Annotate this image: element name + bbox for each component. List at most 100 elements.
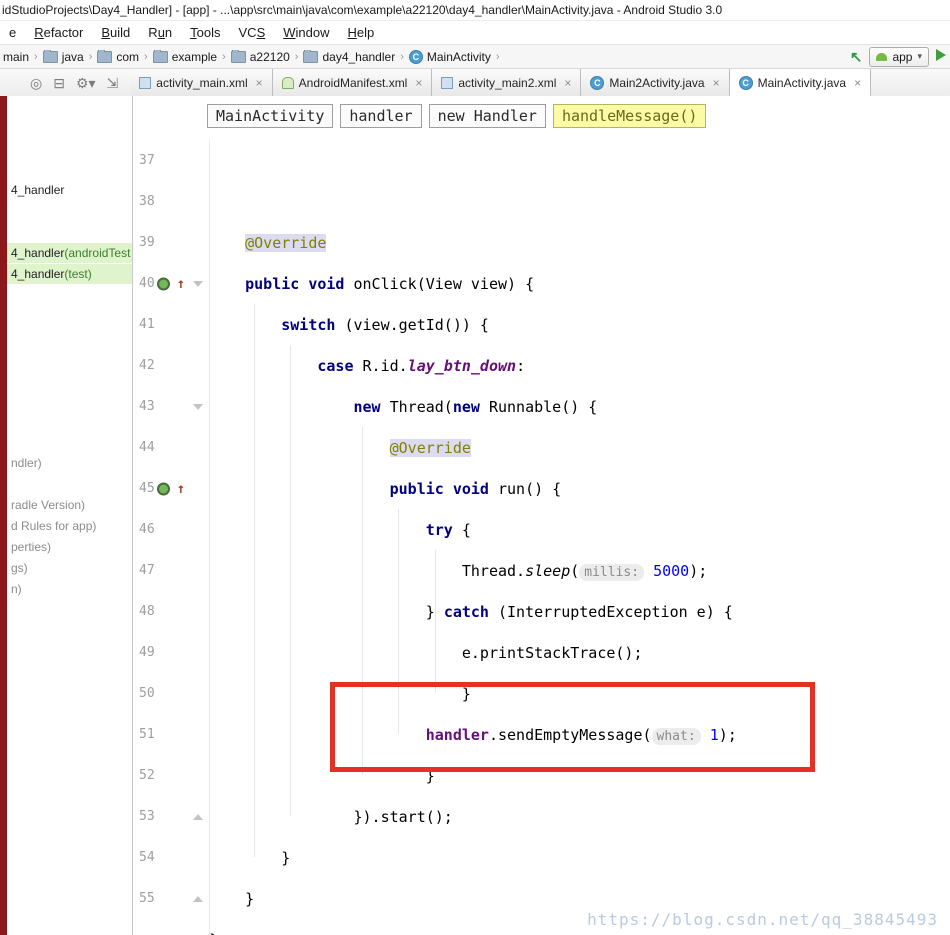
- code-line[interactable]: 48 } catch (InterruptedException e) {: [133, 591, 950, 632]
- watermark: https://blog.csdn.net/qq_38845493: [587, 910, 938, 929]
- run-button[interactable]: [936, 49, 946, 64]
- code-text: switch (view.getId()) {: [209, 316, 950, 334]
- code-token: Runnable() {: [479, 397, 598, 416]
- tab-activity_main.xml[interactable]: activity_main.xml ×: [130, 69, 273, 97]
- project-tree-item[interactable]: perties): [11, 537, 51, 557]
- fold-marker[interactable]: [187, 796, 209, 837]
- code-line[interactable]: 46 try {: [133, 509, 950, 550]
- chevron-right-icon: ›: [400, 50, 404, 63]
- play-icon: [936, 49, 946, 61]
- code-line[interactable]: 54 }: [133, 837, 950, 878]
- code-line[interactable]: 40 ↑ public void onClick(View view) {: [133, 263, 950, 304]
- code-line[interactable]: 38: [133, 181, 950, 222]
- code-token: }: [209, 848, 291, 867]
- code-line[interactable]: 37: [133, 140, 950, 181]
- code-token: millis:: [579, 563, 645, 581]
- fold-marker[interactable]: [187, 878, 209, 919]
- breadcrumb-java[interactable]: java: [42, 49, 85, 64]
- settings-gear-icon[interactable]: ⚙▾: [76, 75, 96, 92]
- close-icon[interactable]: ×: [415, 76, 422, 90]
- code-editor[interactable]: MainActivity handler new Handler handleMess…: [133, 96, 950, 935]
- tab-AndroidManifest.xml[interactable]: AndroidManifest.xml ×: [272, 69, 433, 97]
- line-number: 48: [139, 604, 155, 619]
- code-token: public void: [245, 274, 345, 293]
- code-line[interactable]: 42 case R.id.lay_btn_down:: [133, 345, 950, 386]
- code-token: {: [452, 520, 471, 539]
- project-tree-item[interactable]: 4_handler: [11, 180, 64, 200]
- close-icon[interactable]: ×: [564, 76, 571, 90]
- code-line[interactable]: 39 @Override: [133, 222, 950, 263]
- breadcrumb-com[interactable]: com: [96, 49, 140, 64]
- code-text: new Thread(new Runnable() {: [209, 398, 950, 416]
- code-text: case R.id.lay_btn_down:: [209, 357, 950, 375]
- back-arrow-icon[interactable]: ↖: [850, 48, 863, 66]
- menu-item-build[interactable]: Build: [92, 22, 139, 43]
- editor-crumb-3[interactable]: handleMessage(): [552, 104, 707, 128]
- override-arrow-icon[interactable]: ↑: [177, 276, 185, 292]
- tab-MainActivity.java[interactable]: C MainActivity.java ×: [729, 69, 872, 97]
- fold-marker[interactable]: [187, 263, 209, 304]
- menu-item-refactor[interactable]: Refactor: [25, 22, 92, 43]
- implements-marker-icon[interactable]: [157, 482, 170, 495]
- menu-item-e[interactable]: e: [0, 22, 25, 43]
- close-icon[interactable]: ×: [713, 76, 720, 90]
- tab-activity_main2.xml[interactable]: activity_main2.xml ×: [432, 69, 582, 97]
- menu-item-window[interactable]: Window: [274, 22, 338, 43]
- code-line[interactable]: 53 }).start();: [133, 796, 950, 837]
- code-token: lay_btn_down: [407, 356, 517, 375]
- project-tree-item[interactable]: radle Version): [11, 495, 85, 515]
- menu-item-vcs[interactable]: VCS: [230, 22, 275, 43]
- line-number: 46: [139, 522, 155, 537]
- code-line[interactable]: 44 @Override: [133, 427, 950, 468]
- fold-column: [187, 673, 209, 714]
- code-line[interactable]: 43 new Thread(new Runnable() {: [133, 386, 950, 427]
- project-tree-item[interactable]: gs): [11, 558, 28, 578]
- tree-item-text: (androidTest: [64, 246, 131, 260]
- code-token: @Override: [245, 233, 327, 252]
- breadcrumb-a22120[interactable]: a22120: [230, 49, 291, 64]
- breadcrumb-day4_handler[interactable]: day4_handler: [302, 49, 396, 64]
- code-token: (InterruptedException e) {: [488, 602, 733, 621]
- menu-item-tools[interactable]: Tools: [181, 22, 229, 43]
- line-number: 40 ↑: [139, 275, 185, 292]
- close-icon[interactable]: ×: [854, 76, 861, 90]
- code-line[interactable]: 45 ↑ public void run() {: [133, 468, 950, 509]
- implements-marker-icon[interactable]: [157, 277, 170, 290]
- close-icon[interactable]: ×: [256, 76, 263, 90]
- tree-item-text: gs): [11, 561, 28, 575]
- editor-crumb-2[interactable]: new Handler: [428, 104, 546, 128]
- fold-marker[interactable]: [187, 386, 209, 427]
- menu-bar: e Refactor Build Run Tools VCS Window Help: [0, 21, 950, 45]
- project-tree-item[interactable]: n): [11, 579, 22, 599]
- code-text: } catch (InterruptedException e) {: [209, 603, 950, 621]
- menu-item-help[interactable]: Help: [339, 22, 384, 43]
- editor-crumb-1[interactable]: handler: [340, 104, 422, 128]
- code-text: public void onClick(View view) {: [209, 275, 950, 293]
- breadcrumb-main[interactable]: main: [2, 50, 30, 64]
- project-tree-item[interactable]: 4_handler (test): [7, 264, 132, 284]
- code-line[interactable]: 49 e.printStackTrace();: [133, 632, 950, 673]
- menu-item-run[interactable]: Run: [139, 22, 181, 43]
- collapse-all-icon[interactable]: ⊟: [53, 75, 65, 92]
- locate-icon[interactable]: ◎: [30, 75, 42, 92]
- tree-item-text: d Rules for app): [11, 519, 97, 533]
- code-line[interactable]: 47 Thread.sleep(millis: 5000);: [133, 550, 950, 591]
- project-tree-item[interactable]: 4_handler (androidTest: [7, 243, 132, 263]
- breadcrumb-example[interactable]: example: [152, 49, 218, 64]
- run-config-selector[interactable]: app ▾: [869, 46, 929, 67]
- project-tree-item[interactable]: d Rules for app): [11, 516, 96, 536]
- line-number: 50: [139, 686, 155, 701]
- line-number: 53: [139, 809, 155, 824]
- project-tree-item[interactable]: ndler): [11, 453, 42, 473]
- fold-column: [187, 304, 209, 345]
- code-token: catch: [443, 602, 489, 621]
- editor-crumb-0[interactable]: MainActivity: [207, 104, 334, 128]
- override-arrow-icon[interactable]: ↑: [177, 481, 185, 497]
- fold-column: [187, 509, 209, 550]
- code-line[interactable]: 41 switch (view.getId()) {: [133, 304, 950, 345]
- tab-Main2Activity.java[interactable]: C Main2Activity.java ×: [581, 69, 730, 97]
- pin-tab-icon[interactable]: ⇲: [107, 75, 119, 92]
- breadcrumb-MainActivity[interactable]: C MainActivity: [408, 49, 492, 64]
